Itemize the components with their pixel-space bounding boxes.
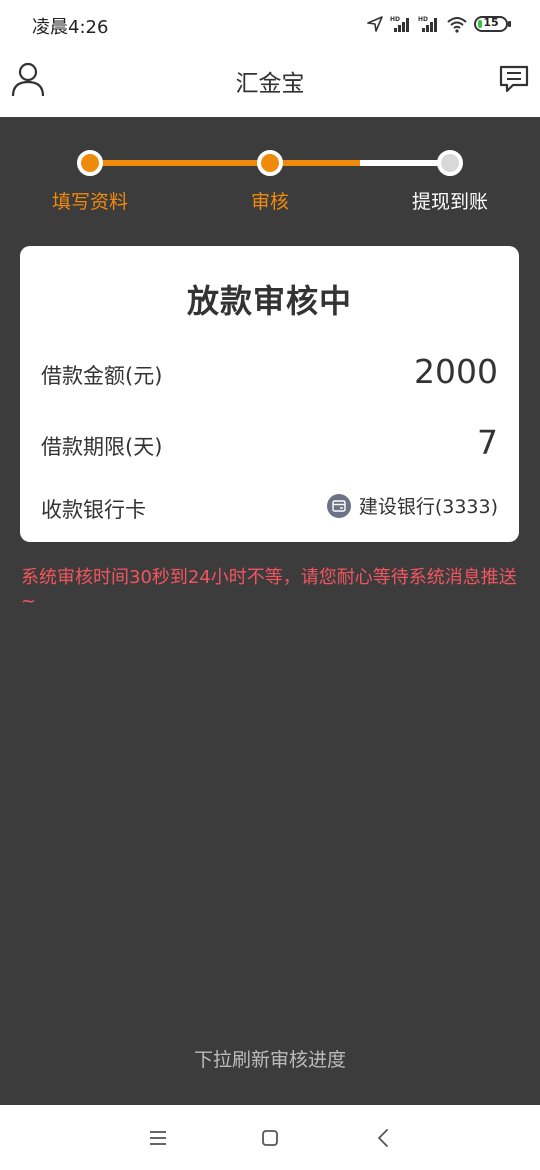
system-nav-bar [0,1105,540,1170]
back-icon[interactable] [370,1125,396,1151]
review-notice: 系统审核时间30秒到24小时不等，请您耐心等待系统消息推送~ [21,567,517,612]
svg-text:HD: HD [418,16,428,23]
bank-card-label: 收款银行卡 [41,498,146,522]
svg-text:HD: HD [390,16,400,23]
battery-level: 15 [483,16,499,29]
pull-refresh-hint: 下拉刷新审核进度 [193,1049,346,1071]
signal-hd-icon: HD [390,16,409,32]
bank-card-value: 建设银行(3333) [358,496,498,518]
loan-term-row: 借款期限(天) 7 [41,423,498,463]
step-dot-review [257,150,283,176]
message-icon[interactable] [498,64,530,94]
status-icons: HD HD 15 [366,14,511,34]
step-label-fill-info: 填写资料 [51,191,128,213]
step-dot-fill-info [77,150,103,176]
bank-card-info: 建设银行(3333) [326,492,498,519]
menu-icon[interactable] [145,1125,171,1151]
loan-amount-value: 2000 [414,352,498,391]
bank-card-row: 收款银行卡 建设银行(3333) [41,488,498,528]
progress-steps: 填写资料 审核 提现到账 [0,117,540,227]
loan-status-card: 放款审核中 借款金额(元) 2000 借款期限(天) 7 收款银行卡 建设银行(… [20,246,519,542]
wifi-icon [447,17,467,33]
step-dot-withdraw [437,150,463,176]
loan-term-value: 7 [477,423,498,462]
loan-amount-row: 借款金额(元) 2000 [41,352,498,392]
nav-bar: 汇金宝 [0,48,540,117]
battery-icon: 15 [474,16,511,32]
step-label-review: 审核 [250,191,289,213]
location-icon [367,16,383,32]
loan-term-label: 借款期限(天) [41,435,163,459]
step-connector [90,160,270,166]
status-bar: 凌晨4:26 HD HD 15 [0,0,540,48]
page-title: 汇金宝 [235,71,305,97]
step-connector [270,160,360,166]
loan-amount-label: 借款金额(元) [41,364,163,388]
bank-card-icon [326,493,351,518]
step-label-withdraw: 提现到账 [411,191,488,213]
signal-hd-icon: HD [418,16,437,32]
home-icon[interactable] [257,1125,283,1151]
status-time: 凌晨4:26 [32,17,109,38]
card-title: 放款审核中 [186,282,352,320]
